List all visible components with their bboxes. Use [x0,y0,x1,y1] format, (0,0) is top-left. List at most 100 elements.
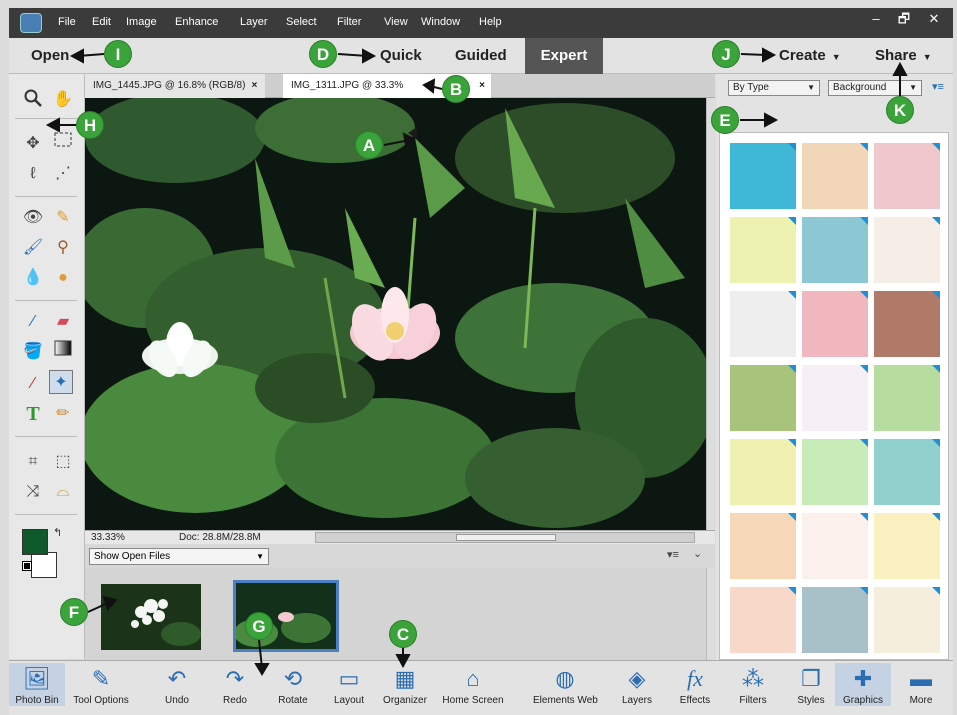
scroll-thumb[interactable] [456,534,556,541]
filter-type-select[interactable]: By Type ▼ [728,80,820,96]
thumbnail-image-1[interactable] [101,584,201,650]
tool-options-button[interactable]: ✎ Tool Options [69,663,133,706]
menu-select[interactable]: Select [286,16,317,28]
layers-button[interactable]: ◈ Layers [605,663,669,706]
panel-menu-icon[interactable]: ▾≡ [932,80,944,93]
graphics-label: Graphics [842,695,883,706]
canvas-vertical-scrollbar[interactable] [706,98,716,530]
menu-edit[interactable]: Edit [92,16,111,28]
eraser-tool-icon[interactable]: ▰ [51,310,75,334]
styles-button[interactable]: ❐ Styles [779,663,843,706]
swatch[interactable] [730,587,796,653]
image-canvas[interactable] [85,98,706,530]
menu-view[interactable]: View [384,16,408,28]
close-tab-icon[interactable]: × [251,80,257,91]
clone-stamp-tool-icon[interactable]: ⚲ [51,236,75,260]
swatch[interactable] [802,291,868,357]
gradient-tool-icon[interactable] [51,340,75,364]
swatch[interactable] [730,513,796,579]
brush-tool-icon[interactable]: ⁄ [21,310,45,334]
effects-button[interactable]: fx Effects [663,663,727,706]
marquee-tool-icon[interactable] [51,132,75,156]
sponge-tool-icon[interactable]: ● [51,266,75,290]
menu-help[interactable]: Help [479,16,502,28]
tab-expert[interactable]: Expert [525,38,603,74]
swatch[interactable] [730,439,796,505]
restore-button[interactable]: 🗗 [889,8,919,30]
organizer-button[interactable]: ▦ Organizer [373,663,437,706]
swatch[interactable] [802,513,868,579]
swatch[interactable] [874,291,940,357]
document-tab[interactable]: IMG_1445.JPG @ 16.8% (RGB/8) × [85,74,266,98]
tab-guided[interactable]: Guided [455,47,507,64]
swatch[interactable] [730,365,796,431]
swatch[interactable] [874,217,940,283]
move-tool-icon[interactable]: ✥ [21,132,45,156]
swatch[interactable] [874,587,940,653]
collapse-icon[interactable]: ⌄ [693,547,702,560]
filter-category-select[interactable]: Background ▼ [828,80,922,96]
eyedropper-tool-icon[interactable]: ⁄ [21,372,45,396]
elements-web-button[interactable]: ◍ Elements Web [533,663,598,706]
swatch[interactable] [802,217,868,283]
more-button[interactable]: ▬ More [889,663,953,706]
filters-button[interactable]: ⁂ Filters [721,663,785,706]
swatch[interactable] [802,365,868,431]
swatch[interactable] [730,143,796,209]
spot-healing-tool-icon[interactable]: ✎ [51,206,75,230]
custom-shape-tool-icon[interactable]: ✦ [49,370,73,394]
pencil-tool-icon[interactable]: ✏ [51,402,75,426]
swatch[interactable] [730,291,796,357]
tab-quick[interactable]: Quick [380,47,422,64]
foreground-color-swatch[interactable] [22,529,48,555]
photo-bin-scrollbar[interactable] [706,568,715,660]
blur-tool-icon[interactable]: 💧 [21,266,45,290]
zoom-tool-icon[interactable] [21,88,45,112]
minimize-button[interactable]: – [861,8,891,30]
menu-filter[interactable]: Filter [337,16,361,28]
home-screen-button[interactable]: ⌂ Home Screen [441,663,505,706]
rotate-button[interactable]: ⟲ Rotate [261,663,325,706]
swatch[interactable] [874,365,940,431]
red-eye-tool-icon[interactable]: 👁 [21,206,45,230]
swatch[interactable] [730,217,796,283]
type-tool-icon[interactable]: T [21,402,45,426]
close-tab-icon[interactable]: × [479,74,485,98]
swatch[interactable] [874,439,940,505]
background-color-swatch[interactable] [31,552,57,578]
swatch[interactable] [802,143,868,209]
swatch[interactable] [802,439,868,505]
open-button[interactable]: Open [31,47,69,64]
layout-button[interactable]: ▭ Layout [317,663,381,706]
panel-menu-icon[interactable]: ▾≡ [667,548,679,561]
photo-bin-button[interactable]: 🖼 Photo Bin [9,663,65,706]
swatch[interactable] [802,587,868,653]
quick-selection-tool-icon[interactable]: ⋰ [51,162,75,186]
content-aware-move-tool-icon[interactable]: ⤨ [21,480,45,504]
callout-k: K [886,96,914,124]
paint-bucket-tool-icon[interactable]: 🪣 [21,340,45,364]
crop-tool-icon[interactable]: ⌗ [21,450,45,474]
undo-button[interactable]: ↶ Undo [145,663,209,706]
menu-window[interactable]: Window [421,16,460,28]
swatch[interactable] [874,513,940,579]
menu-enhance[interactable]: Enhance [175,16,218,28]
canvas-horizontal-scrollbar[interactable] [315,532,695,543]
share-menu[interactable]: Share ▼ [875,47,932,64]
menu-image[interactable]: Image [126,16,157,28]
create-menu[interactable]: Create ▼ [779,47,841,64]
show-open-files-select[interactable]: Show Open Files ▼ [89,548,269,565]
hand-tool-icon[interactable]: ✋ [51,88,75,112]
lasso-tool-icon[interactable]: ℓ [21,162,45,186]
menu-layer[interactable]: Layer [240,16,268,28]
default-colors-icon[interactable] [22,561,32,571]
graphics-button[interactable]: ✚ Graphics [835,663,891,706]
redo-button[interactable]: ↷ Redo [203,663,267,706]
straighten-tool-icon[interactable]: ⌓ [51,480,75,504]
recompose-tool-icon[interactable]: ⬚ [51,450,75,474]
smart-brush-tool-icon[interactable]: 🖌 [21,236,45,260]
swap-colors-icon[interactable]: ↰ [53,526,62,539]
close-window-button[interactable]: ✕ [919,8,949,30]
swatch[interactable] [874,143,940,209]
menu-file[interactable]: File [58,16,76,28]
